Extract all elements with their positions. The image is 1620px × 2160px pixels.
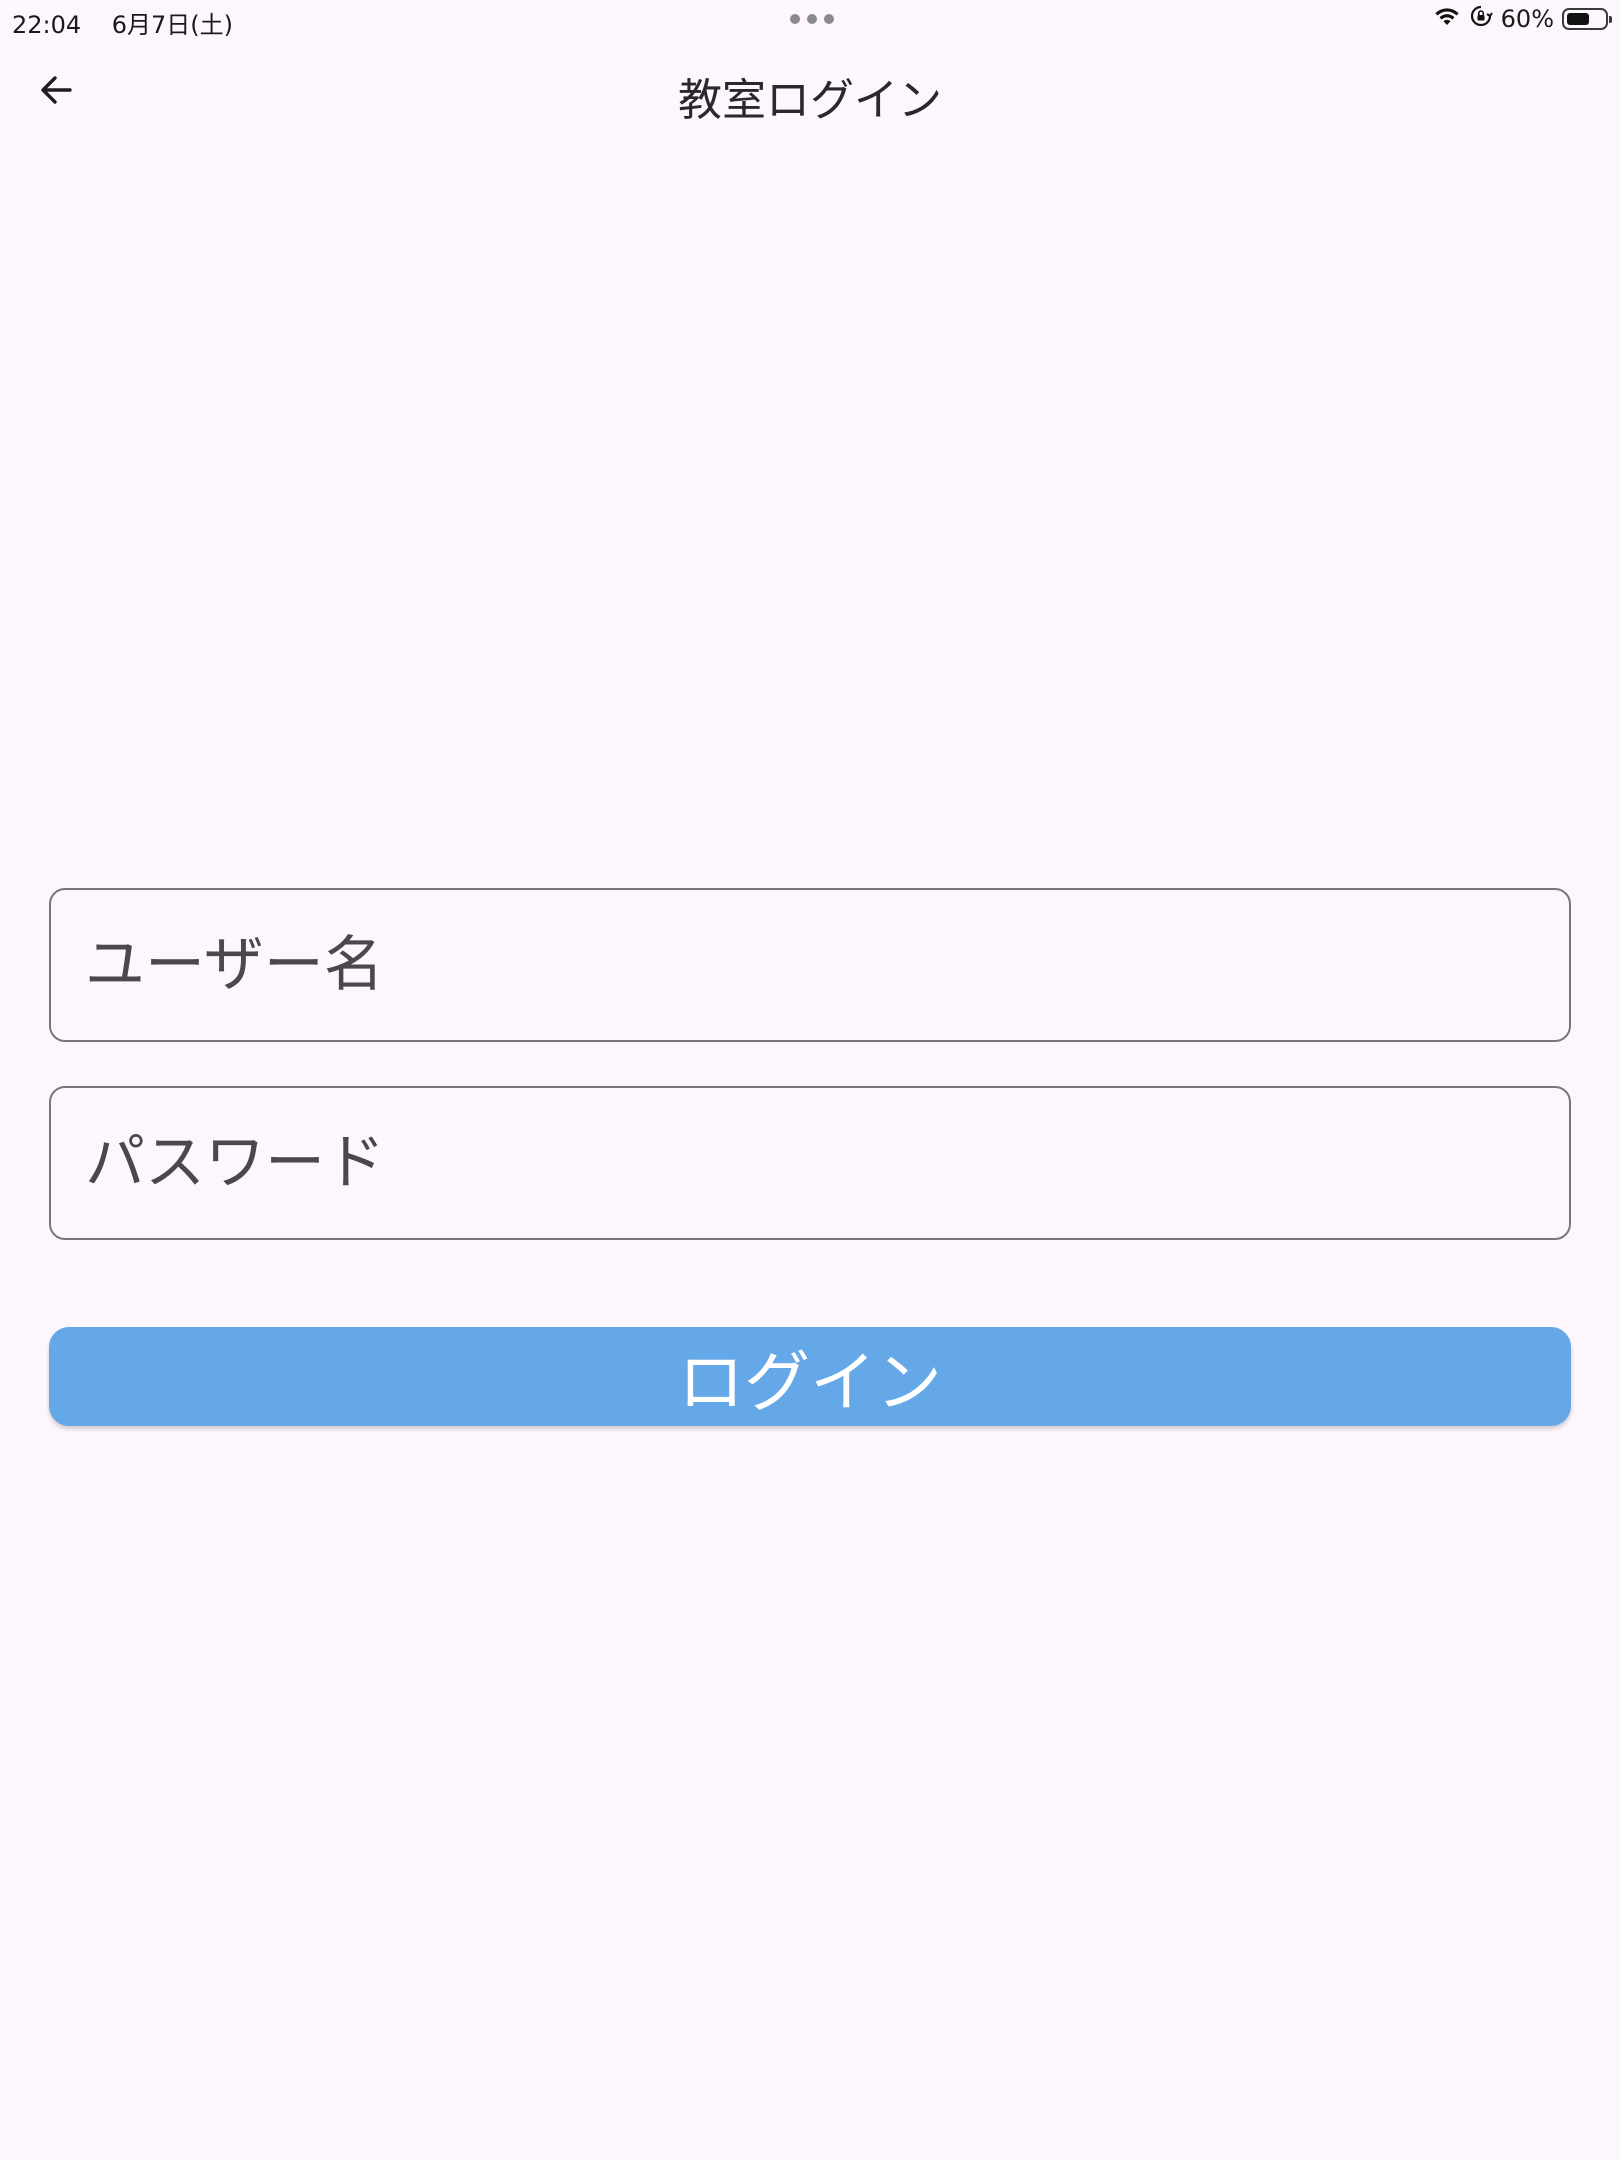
password-field[interactable] (49, 1086, 1571, 1240)
login-button[interactable]: ログイン (49, 1327, 1571, 1426)
password-input[interactable] (51, 1088, 1569, 1238)
status-bar: 22:04 6月7日(土) 60% (0, 0, 1620, 40)
username-input[interactable] (51, 890, 1569, 1040)
status-indicators: 60% (1433, 4, 1612, 34)
username-field[interactable] (49, 888, 1571, 1042)
login-button-label: ログイン (678, 1343, 942, 1421)
multitasking-dots-icon[interactable] (790, 14, 834, 24)
status-time: 22:04 (12, 11, 82, 39)
wifi-icon (1433, 5, 1461, 33)
battery-icon (1562, 8, 1612, 30)
battery-level (1567, 13, 1589, 25)
page-title: 教室ログイン (678, 75, 942, 126)
orientation-lock-icon (1469, 4, 1493, 34)
status-time-date: 22:04 6月7日(土) (12, 5, 233, 40)
battery-percent: 60% (1500, 5, 1554, 33)
app-bar: 教室ログイン (0, 40, 1620, 150)
status-date: 6月7日(土) (111, 11, 233, 39)
